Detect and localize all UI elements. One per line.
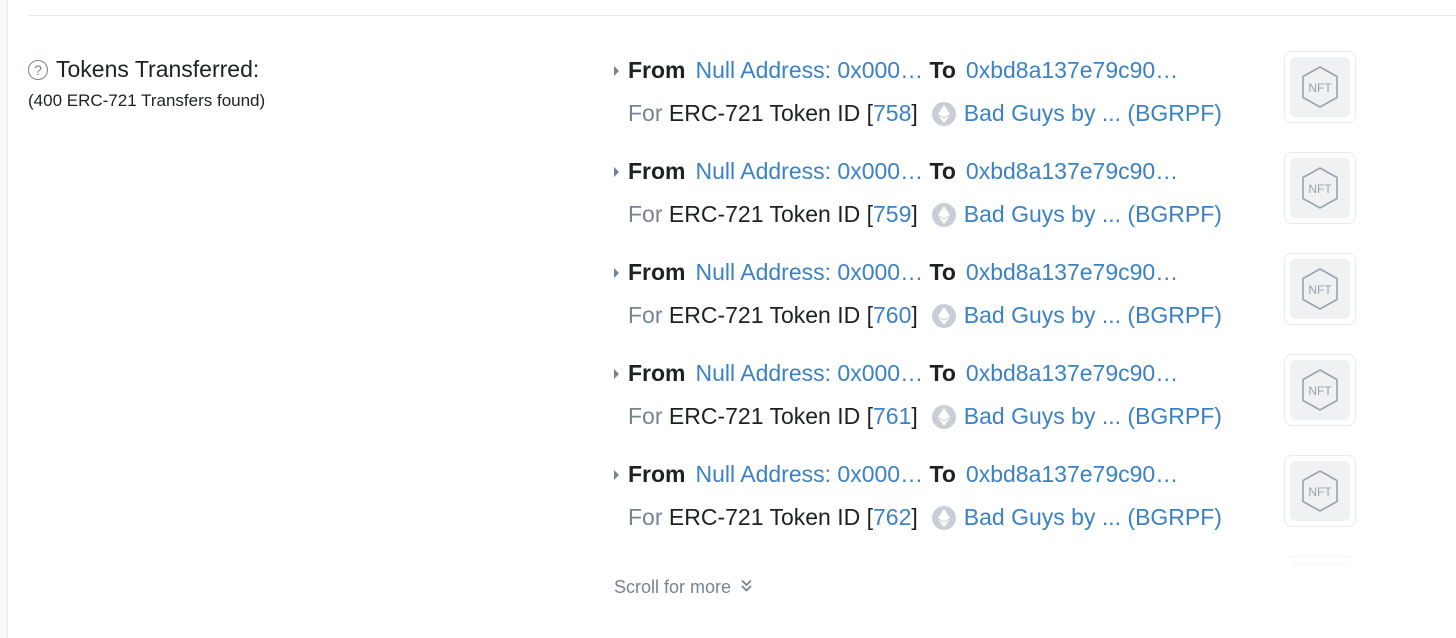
token-info: For ERC-721 Token ID [759] Bad Guys by .… bbox=[628, 201, 1222, 228]
token-standard-label: ERC-721 Token ID bbox=[668, 201, 861, 227]
from-label: From bbox=[628, 57, 686, 83]
from-address-link[interactable]: Null Address: 0x000…000 bbox=[696, 461, 924, 488]
nft-icon-label: NFT bbox=[1308, 384, 1332, 398]
from-label: From bbox=[628, 360, 686, 386]
token-id-link[interactable]: 761 bbox=[873, 403, 911, 430]
token-name-link[interactable]: Bad Guys by ... (BGRPF) bbox=[964, 504, 1222, 531]
to-address-link[interactable]: 0xbd8a137e79c90… bbox=[966, 461, 1178, 487]
token-info: For ERC-721 Token ID [758] Bad Guys by .… bbox=[628, 100, 1222, 127]
transfer-row: From Null Address: 0x000…000To 0xbd8a137e7… bbox=[612, 51, 1372, 152]
for-label: For bbox=[628, 100, 663, 126]
from-label: From bbox=[628, 461, 686, 487]
to-label: To bbox=[929, 461, 956, 487]
bracket-close: ] bbox=[911, 201, 918, 227]
bracket-close: ] bbox=[911, 504, 918, 530]
nft-placeholder: NFT bbox=[1290, 360, 1350, 420]
chevron-double-down-icon bbox=[741, 577, 752, 598]
token-id-link[interactable]: 760 bbox=[873, 302, 911, 329]
to-address-link[interactable]: 0xbd8a137e79c90… bbox=[966, 360, 1178, 386]
from-address-link[interactable]: Null Address: 0x000…000 bbox=[696, 158, 924, 185]
nft-icon-label: NFT bbox=[1308, 485, 1332, 499]
transfer-route: From Null Address: 0x000…000To 0xbd8a137e7… bbox=[628, 57, 1178, 84]
from-address-link[interactable]: Null Address: 0x000…000 bbox=[696, 259, 924, 286]
bracket-close: ] bbox=[911, 100, 918, 126]
for-label: For bbox=[628, 302, 663, 328]
nft-placeholder: NFT bbox=[1290, 158, 1350, 218]
ethereum-icon bbox=[931, 202, 956, 227]
nft-thumbnail[interactable]: NFT bbox=[1284, 455, 1356, 527]
scroll-fade bbox=[612, 548, 1372, 570]
caret-right-icon[interactable] bbox=[614, 470, 619, 480]
to-label: To bbox=[929, 259, 956, 285]
token-name-link[interactable]: Bad Guys by ... (BGRPF) bbox=[964, 201, 1222, 228]
from-label: From bbox=[628, 158, 686, 184]
for-label: For bbox=[628, 403, 663, 429]
to-label: To bbox=[929, 57, 956, 83]
token-standard-label: ERC-721 Token ID bbox=[668, 302, 861, 328]
ethereum-icon bbox=[931, 505, 956, 530]
to-address-link[interactable]: 0xbd8a137e79c90… bbox=[966, 259, 1178, 285]
nft-thumbnail[interactable]: NFT bbox=[1284, 152, 1356, 224]
nft-icon-label: NFT bbox=[1308, 283, 1332, 297]
for-label: For bbox=[628, 504, 663, 530]
nft-thumbnail[interactable]: NFT bbox=[1284, 51, 1356, 123]
token-standard-label: ERC-721 Token ID bbox=[668, 504, 861, 530]
token-name-link[interactable]: Bad Guys by ... (BGRPF) bbox=[964, 403, 1222, 430]
to-address-link[interactable]: 0xbd8a137e79c90… bbox=[966, 158, 1178, 184]
transfer-route: From Null Address: 0x000…000To 0xbd8a137e7… bbox=[628, 461, 1178, 488]
to-label: To bbox=[929, 360, 956, 386]
bracket-close: ] bbox=[911, 302, 918, 328]
section-title: Tokens Transferred: bbox=[56, 56, 260, 82]
caret-right-icon[interactable] bbox=[614, 66, 619, 76]
transfer-route: From Null Address: 0x000…000To 0xbd8a137e7… bbox=[628, 360, 1178, 387]
caret-right-icon[interactable] bbox=[614, 167, 619, 177]
caret-right-icon[interactable] bbox=[614, 268, 619, 278]
question-circle-icon[interactable]: ? bbox=[28, 59, 48, 80]
token-name-link[interactable]: Bad Guys by ... (BGRPF) bbox=[964, 302, 1222, 329]
nft-placeholder: NFT bbox=[1290, 259, 1350, 319]
ethereum-icon bbox=[931, 303, 956, 328]
transfer-row: From Null Address: 0x000…000To 0xbd8a137e7… bbox=[612, 152, 1372, 253]
nft-icon-label: NFT bbox=[1308, 81, 1332, 95]
nft-thumbnail[interactable]: NFT bbox=[1284, 253, 1356, 325]
token-id-link[interactable]: 759 bbox=[873, 201, 911, 228]
divider bbox=[28, 15, 1456, 16]
tokens-transferred-label: ? Tokens Transferred: (400 ERC-721 Trans… bbox=[28, 56, 265, 111]
token-id-link[interactable]: 758 bbox=[873, 100, 911, 127]
nft-icon-label: NFT bbox=[1308, 182, 1332, 196]
transfer-route: From Null Address: 0x000…000To 0xbd8a137e7… bbox=[628, 158, 1178, 185]
nft-thumbnail[interactable]: NFT bbox=[1284, 354, 1356, 426]
for-label: For bbox=[628, 201, 663, 227]
nft-placeholder: NFT bbox=[1290, 57, 1350, 117]
from-address-link[interactable]: Null Address: 0x000…000 bbox=[696, 360, 924, 387]
transfer-row: From Null Address: 0x000…000To 0xbd8a137e7… bbox=[612, 253, 1372, 354]
token-id-link[interactable]: 762 bbox=[873, 504, 911, 531]
transfers-count: (400 ERC-721 Transfers found) bbox=[28, 91, 266, 110]
from-address-link[interactable]: Null Address: 0x000…000 bbox=[696, 57, 924, 84]
transfer-row: From Null Address: 0x000…000To 0xbd8a137e7… bbox=[612, 455, 1372, 556]
token-info: For ERC-721 Token ID [760] Bad Guys by .… bbox=[628, 302, 1222, 329]
to-label: To bbox=[929, 158, 956, 184]
transfer-route: From Null Address: 0x000…000To 0xbd8a137e7… bbox=[628, 259, 1178, 286]
transfer-row: From Null Address: 0x000…000To 0xbd8a137e7… bbox=[612, 354, 1372, 455]
nft-placeholder: NFT bbox=[1290, 461, 1350, 521]
left-edge bbox=[0, 0, 8, 638]
from-label: From bbox=[628, 259, 686, 285]
token-info: For ERC-721 Token ID [762] Bad Guys by .… bbox=[628, 504, 1222, 531]
token-name-link[interactable]: Bad Guys by ... (BGRPF) bbox=[964, 100, 1222, 127]
scroll-for-more-label: Scroll for more bbox=[614, 577, 732, 597]
scroll-for-more[interactable]: Scroll for more bbox=[614, 577, 752, 598]
ethereum-icon bbox=[931, 101, 956, 126]
caret-right-icon[interactable] bbox=[614, 369, 619, 379]
token-standard-label: ERC-721 Token ID bbox=[668, 403, 861, 429]
token-standard-label: ERC-721 Token ID bbox=[668, 100, 861, 126]
transfer-list[interactable]: FromNull Address: 0x000…000To0xbd8a137e7… bbox=[612, 51, 1372, 566]
to-address-link[interactable]: 0xbd8a137e79c90… bbox=[966, 57, 1178, 83]
bracket-close: ] bbox=[911, 403, 918, 429]
token-info: For ERC-721 Token ID [761] Bad Guys by .… bbox=[628, 403, 1222, 430]
ethereum-icon bbox=[931, 404, 956, 429]
